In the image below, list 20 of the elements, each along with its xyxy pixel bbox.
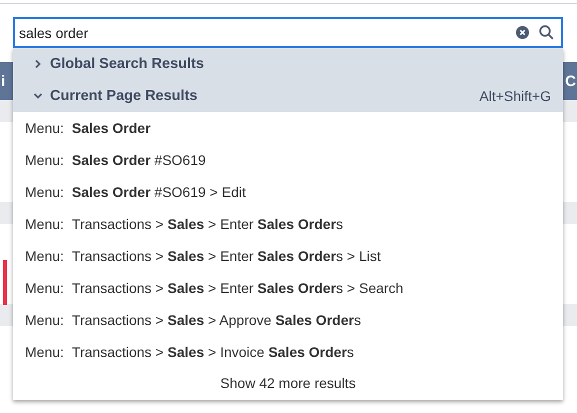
result-item[interactable]: Menu: Sales Order #SO619 > Edit [13,176,563,208]
search-input[interactable]: sales order [13,17,563,48]
chevron-icon [33,91,43,101]
shortcut-label: Alt+Shift+G [479,88,551,104]
result-item[interactable]: Menu: Transactions > Sales > Enter Sales Orders > Search [13,272,563,304]
result-item[interactable]: Menu: Sales Order [13,112,563,144]
clear-icon[interactable] [516,26,529,39]
chevron-icon [33,59,43,69]
show-more-link[interactable]: Show 42 more results [13,368,563,400]
result-item[interactable]: Menu: Transactions > Sales > Enter Sales Orders > List [13,240,563,272]
result-item[interactable]: Menu: Transactions > Sales > Enter Sales Orders [13,208,563,240]
section-header[interactable]: Global Search Results [13,48,563,80]
result-item[interactable]: Menu: Sales Order #SO619 [13,144,563,176]
result-item[interactable]: Menu: Transactions > Sales > Approve Sales Orders [13,304,563,336]
search-icon[interactable] [539,25,554,40]
column-header: i [1,72,6,90]
section-header[interactable]: Current Page Results Alt+Shift+G [13,80,563,112]
column-header: C [565,72,576,90]
status-bar-marker [3,260,7,305]
result-item[interactable]: Menu: Transactions > Sales > Invoice Sales Orders [13,336,563,368]
